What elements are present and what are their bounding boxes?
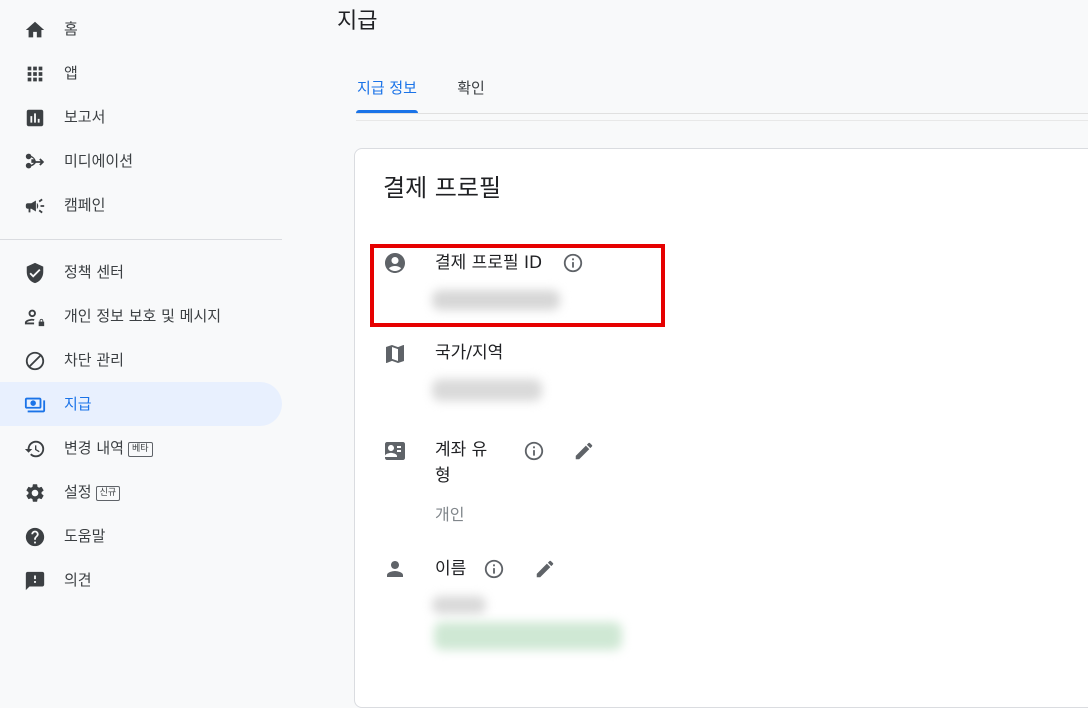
sidebar: 홈 앱 보고서 미디에이션 캠페인 정책 센터 개인 정보 보호 및 메시지 차… bbox=[0, 0, 283, 677]
sidebar-item-label: 개인 정보 보호 및 메시지 bbox=[64, 307, 222, 325]
sidebar-item-blocking-controls[interactable]: 차단 관리 bbox=[0, 338, 282, 382]
person-icon bbox=[383, 557, 407, 581]
name-label: 이름 bbox=[435, 559, 467, 579]
apps-grid-icon bbox=[24, 63, 46, 85]
country-region-label: 국가/지역 bbox=[435, 343, 504, 363]
contact-card-icon bbox=[383, 439, 407, 463]
sidebar-item-home[interactable]: 홈 bbox=[0, 7, 282, 51]
card-title: 결제 프로필 bbox=[383, 174, 502, 202]
help-icon bbox=[24, 526, 46, 548]
beta-badge: 베타 bbox=[127, 442, 153, 457]
account-type-label: 계좌 유형 bbox=[435, 440, 488, 486]
sidebar-item-label: 차단 관리 bbox=[64, 351, 124, 369]
mediation-icon bbox=[24, 151, 46, 173]
shield-check-icon bbox=[24, 262, 46, 284]
bar-chart-icon bbox=[24, 107, 46, 129]
tab-verification[interactable]: 확인 bbox=[450, 76, 492, 114]
page-title: 지급 bbox=[337, 9, 378, 34]
gear-icon bbox=[24, 482, 46, 504]
sidebar-item-change-history[interactable]: 변경 내역 베타 bbox=[0, 426, 282, 470]
tab-bar-divider bbox=[356, 113, 1088, 114]
edit-pencil-icon[interactable] bbox=[534, 558, 556, 580]
sidebar-item-label: 의견 bbox=[64, 571, 92, 589]
sidebar-item-label: 설정 신규 bbox=[64, 482, 121, 502]
edit-pencil-icon[interactable] bbox=[573, 440, 595, 462]
home-icon bbox=[24, 19, 46, 41]
new-badge: 신규 bbox=[95, 486, 121, 501]
active-tab-indicator bbox=[356, 110, 418, 113]
name-secondary-value-redacted bbox=[434, 622, 622, 650]
sidebar-item-reports[interactable]: 보고서 bbox=[0, 95, 282, 139]
highlight-box bbox=[370, 244, 665, 327]
info-icon[interactable] bbox=[523, 440, 545, 462]
tab-payment-info[interactable]: 지급 정보 bbox=[356, 76, 418, 114]
sidebar-item-label: 변경 내역 베타 bbox=[64, 438, 153, 458]
block-icon bbox=[24, 350, 46, 372]
map-icon bbox=[383, 342, 407, 366]
sidebar-item-help[interactable]: 도움말 bbox=[0, 514, 282, 558]
sidebar-divider bbox=[0, 239, 282, 240]
section-divider bbox=[356, 120, 1088, 121]
name-value-redacted bbox=[432, 596, 486, 614]
sidebar-item-payments[interactable]: 지급 bbox=[0, 382, 282, 426]
sidebar-item-apps[interactable]: 앱 bbox=[0, 51, 282, 95]
feedback-icon bbox=[24, 570, 46, 592]
country-region-value-redacted bbox=[432, 379, 542, 401]
sidebar-item-label: 미디에이션 bbox=[64, 152, 134, 170]
person-lock-icon bbox=[24, 306, 46, 328]
sidebar-item-label: 정책 센터 bbox=[64, 263, 124, 281]
sidebar-item-label: 지급 bbox=[64, 395, 92, 413]
sidebar-item-label: 캠페인 bbox=[64, 196, 106, 214]
account-type-value: 개인 bbox=[435, 505, 465, 524]
sidebar-item-label: 도움말 bbox=[64, 527, 106, 545]
megaphone-icon bbox=[24, 195, 46, 217]
history-icon bbox=[24, 438, 46, 460]
sidebar-item-mediation[interactable]: 미디에이션 bbox=[0, 139, 282, 183]
sidebar-item-campaigns[interactable]: 캠페인 bbox=[0, 183, 282, 227]
sidebar-item-label: 앱 bbox=[64, 64, 78, 82]
info-icon[interactable] bbox=[483, 558, 505, 580]
sidebar-item-privacy-messaging[interactable]: 개인 정보 보호 및 메시지 bbox=[0, 294, 282, 338]
sidebar-item-policy-center[interactable]: 정책 센터 bbox=[0, 250, 282, 294]
sidebar-item-label: 보고서 bbox=[64, 108, 106, 126]
sidebar-item-label: 홈 bbox=[64, 20, 78, 38]
payments-icon bbox=[24, 394, 46, 416]
sidebar-item-feedback[interactable]: 의견 bbox=[0, 558, 282, 602]
sidebar-item-settings[interactable]: 설정 신규 bbox=[0, 470, 282, 514]
